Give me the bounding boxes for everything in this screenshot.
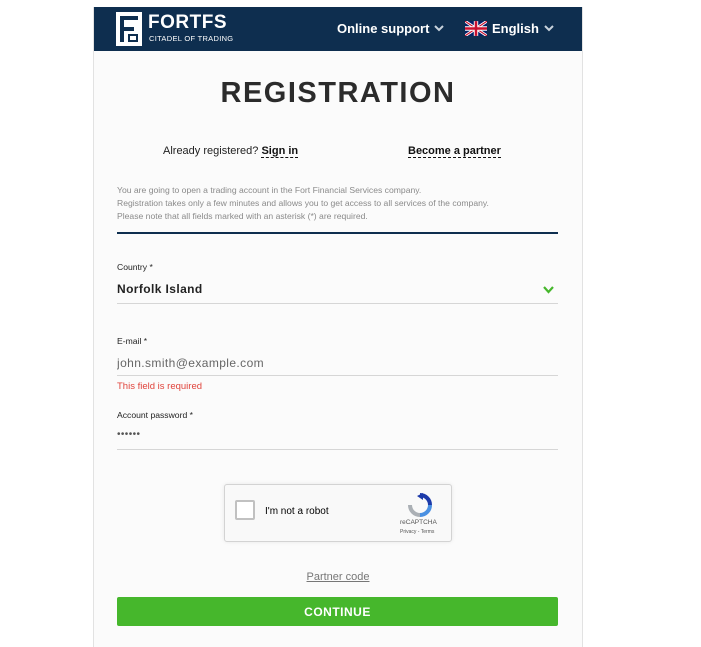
chevron-down-icon xyxy=(544,25,554,32)
password-field[interactable]: •••••• xyxy=(117,429,140,440)
recaptcha-logo-icon xyxy=(408,493,432,517)
online-support-label: Online support xyxy=(337,21,430,36)
online-support-menu[interactable]: Online support xyxy=(337,21,445,36)
intro-line: Please note that all fields marked with … xyxy=(117,211,368,221)
country-select[interactable]: Norfolk Island xyxy=(117,282,203,296)
country-label: Country * xyxy=(117,262,153,272)
recaptcha-checkbox[interactable] xyxy=(235,500,255,520)
page-title: REGISTRATION xyxy=(220,77,456,109)
intro-text: You are going to open a trading account … xyxy=(117,184,557,223)
intro-line: You are going to open a trading account … xyxy=(117,185,422,195)
intro-line: Registration takes only a few minutes an… xyxy=(117,198,489,208)
section-divider xyxy=(117,232,558,234)
email-underline xyxy=(117,375,558,376)
already-registered-text: Already registered? xyxy=(163,145,259,157)
sign-in-link[interactable]: Sign in xyxy=(261,145,299,158)
email-field[interactable] xyxy=(117,355,558,371)
fortfs-logo-icon xyxy=(116,12,142,46)
continue-button[interactable]: CONTINUE xyxy=(117,597,558,626)
uk-flag-icon xyxy=(465,21,487,36)
recaptcha-label: I'm not a robot xyxy=(265,506,329,517)
recaptcha-widget: I'm not a robot reCAPTCHA Privacy - Term… xyxy=(224,484,452,542)
brand-name: FORTFS xyxy=(148,12,227,33)
email-error: This field is required xyxy=(117,381,203,392)
brand-tagline: CITADEL OF TRADING xyxy=(149,34,234,43)
country-underline xyxy=(117,303,558,304)
already-registered: Already registered? Sign in xyxy=(163,145,299,158)
password-label: Account password * xyxy=(117,410,193,420)
recaptcha-brand: reCAPTCHA xyxy=(400,519,437,526)
recaptcha-terms[interactable]: Privacy - Terms xyxy=(400,529,434,535)
chevron-down-icon[interactable] xyxy=(543,286,554,294)
site-header: FORTFS CITADEL OF TRADING Online support… xyxy=(94,7,582,51)
password-underline xyxy=(117,449,558,450)
become-partner-link[interactable]: Become a partner xyxy=(408,145,501,158)
language-selector[interactable]: English xyxy=(465,21,554,36)
language-label: English xyxy=(492,21,539,36)
registration-card: FORTFS CITADEL OF TRADING Online support… xyxy=(93,7,583,647)
partner-code-link[interactable]: Partner code xyxy=(307,571,370,583)
partner-code: Partner code xyxy=(94,571,582,583)
chevron-down-icon xyxy=(434,25,445,32)
email-label: E-mail * xyxy=(117,336,148,346)
